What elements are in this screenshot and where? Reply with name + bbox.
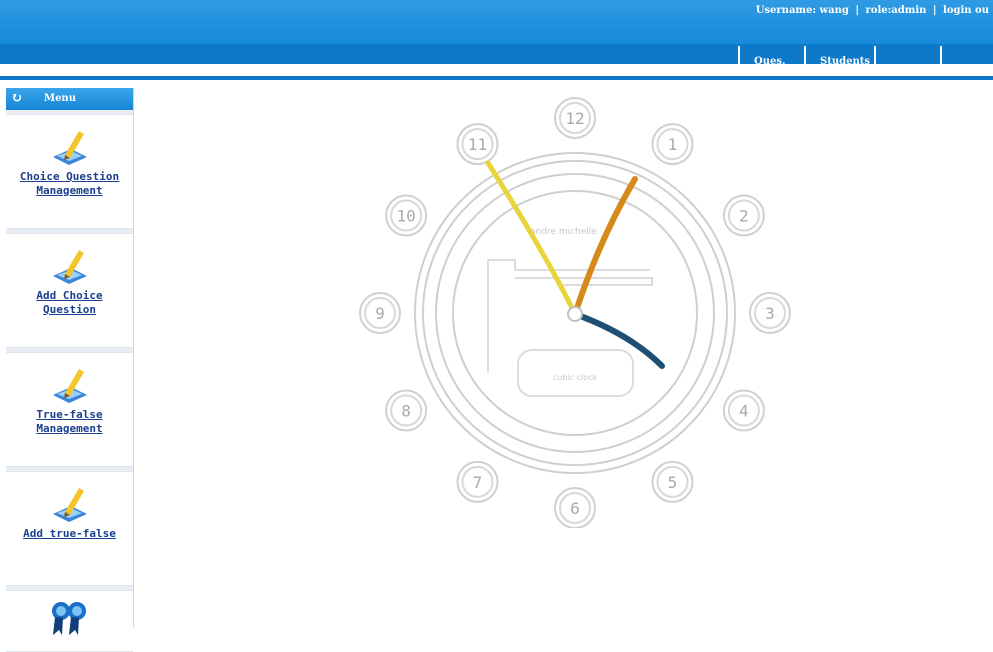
separator: | (855, 5, 860, 16)
tab-questions[interactable]: Ques. (738, 46, 804, 76)
badge-text: cubic clock (553, 373, 598, 382)
clock-number-7: 7 (456, 460, 499, 503)
clock-number-10: 10 (385, 194, 428, 237)
award-ribbon-icon (52, 602, 86, 635)
clock-number-12: 12 (554, 97, 596, 139)
clock-number-11: 11 (456, 123, 499, 166)
tab-empty-2[interactable] (940, 46, 993, 76)
sidebar-item-awards[interactable] (6, 590, 133, 652)
pencil-paper-icon (53, 250, 87, 284)
role-label: role:admin (865, 5, 927, 16)
brand-text: andre michelle (530, 227, 597, 237)
clock-center-pin (567, 306, 583, 322)
sidebar-item-add-choice[interactable]: Add Choice Question (6, 233, 133, 348)
clock-number-label: 5 (668, 473, 678, 492)
clock-number-label: 8 (401, 402, 411, 421)
pencil-paper-icon (53, 131, 87, 165)
clock-number-8: 8 (385, 389, 428, 432)
username-label: Username: wang (755, 5, 849, 16)
clock-number-2: 2 (722, 194, 765, 237)
clock-number-label: 3 (765, 304, 775, 323)
hour-hand (572, 311, 665, 369)
header-divider (0, 76, 993, 80)
clock-number-4: 4 (722, 389, 765, 432)
clock-number-3: 3 (749, 292, 791, 334)
header-strip (0, 64, 738, 76)
clock-number-label: 1 (668, 135, 678, 154)
clock-number-label: 10 (396, 207, 415, 226)
second-hand (485, 160, 578, 317)
user-info: Username: wang | role:admin | login ou (756, 5, 989, 16)
sidebar-item-label[interactable]: Add true-false (6, 527, 133, 541)
clock-number-label: 11 (468, 135, 487, 154)
clock-number-label: 7 (473, 473, 483, 492)
clock-number-label: 9 (375, 304, 385, 323)
tab-empty-1[interactable] (874, 46, 940, 76)
sidebar-item-label[interactable]: True-false Management (6, 408, 133, 436)
menu-title: Menu (44, 93, 76, 104)
clock-number-label: 6 (570, 499, 580, 518)
top-header-bar: Username: wang | role:admin | login ou (0, 0, 993, 44)
tab-students[interactable]: Students (804, 46, 874, 76)
top-nav: Ques. Students (738, 46, 993, 76)
clock-number-5: 5 (651, 460, 694, 503)
minute-hand (572, 176, 638, 317)
sidebar-item-label[interactable]: Add Choice Question (6, 289, 133, 317)
pencil-paper-icon (53, 369, 87, 403)
clock-number-label: 4 (739, 402, 749, 421)
analog-clock: andre michelle cubic clock 1212345678910… (359, 97, 791, 528)
sidebar-item-label[interactable]: Choice Question Management (6, 170, 133, 198)
refresh-icon[interactable]: ↻ (11, 90, 23, 106)
sidebar-item-add-truefalse[interactable]: Add true-false (6, 471, 133, 586)
clock-number-label: 12 (565, 109, 584, 128)
clock-number-1: 1 (651, 123, 694, 166)
clock-number-6: 6 (554, 487, 596, 528)
clock-number-9: 9 (359, 292, 401, 334)
separator: | (932, 5, 937, 16)
sidebar: ↻ Menu Choice Question Management Add Ch… (6, 88, 134, 652)
pencil-paper-icon (53, 488, 87, 522)
sidebar-item-choice-management[interactable]: Choice Question Management (6, 114, 133, 229)
clock-number-label: 2 (739, 207, 749, 226)
logout-link[interactable]: login ou (943, 5, 989, 16)
sidebar-item-truefalse-management[interactable]: True-false Management (6, 352, 133, 467)
menu-header: ↻ Menu (6, 88, 133, 110)
